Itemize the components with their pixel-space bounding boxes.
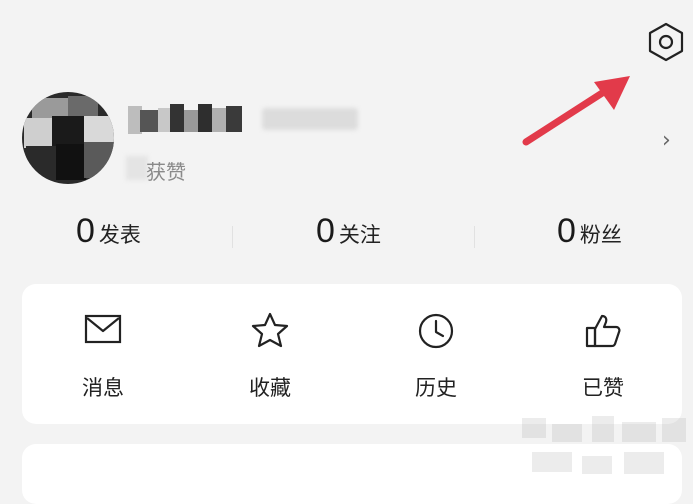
stat-count: 0 xyxy=(557,212,576,250)
stat-count: 0 xyxy=(316,212,335,250)
action-label: 消息 xyxy=(82,376,124,400)
watermark xyxy=(512,410,692,476)
stat-label: 粉丝 xyxy=(579,223,622,247)
stat-count: 0 xyxy=(76,212,95,250)
likes-label: 获赞 xyxy=(146,160,186,184)
quick-actions-card: 消息 收藏 历史 已赞 xyxy=(22,284,682,424)
clock-icon xyxy=(418,313,454,349)
avatar[interactable] xyxy=(22,92,114,184)
action-liked[interactable]: 已赞 xyxy=(543,284,663,424)
action-label: 已赞 xyxy=(582,376,624,400)
tag-redacted xyxy=(262,108,358,130)
mail-icon xyxy=(84,314,122,344)
action-messages[interactable]: 消息 xyxy=(43,284,163,424)
action-favorites[interactable]: 收藏 xyxy=(210,284,330,424)
divider xyxy=(474,226,475,248)
action-history[interactable]: 历史 xyxy=(376,284,496,424)
username-redacted xyxy=(128,100,248,136)
chevron-right-icon[interactable]: › xyxy=(662,128,671,153)
stats-row: 0 发表 0 关注 0 粉丝 xyxy=(0,212,693,264)
stat-following[interactable]: 0 关注 xyxy=(316,212,381,264)
stat-label: 发表 xyxy=(98,223,141,247)
stat-posts[interactable]: 0 发表 xyxy=(76,212,141,264)
settings-icon[interactable] xyxy=(646,20,686,64)
action-label: 收藏 xyxy=(249,376,291,400)
stat-followers[interactable]: 0 粉丝 xyxy=(557,212,622,264)
action-label: 历史 xyxy=(415,376,457,400)
divider xyxy=(232,226,233,248)
stat-label: 关注 xyxy=(338,223,381,247)
profile-header[interactable]: 获赞 › xyxy=(0,86,693,196)
thumbs-up-icon xyxy=(585,314,621,348)
star-icon xyxy=(251,312,289,348)
likes-count-redacted xyxy=(126,156,148,180)
